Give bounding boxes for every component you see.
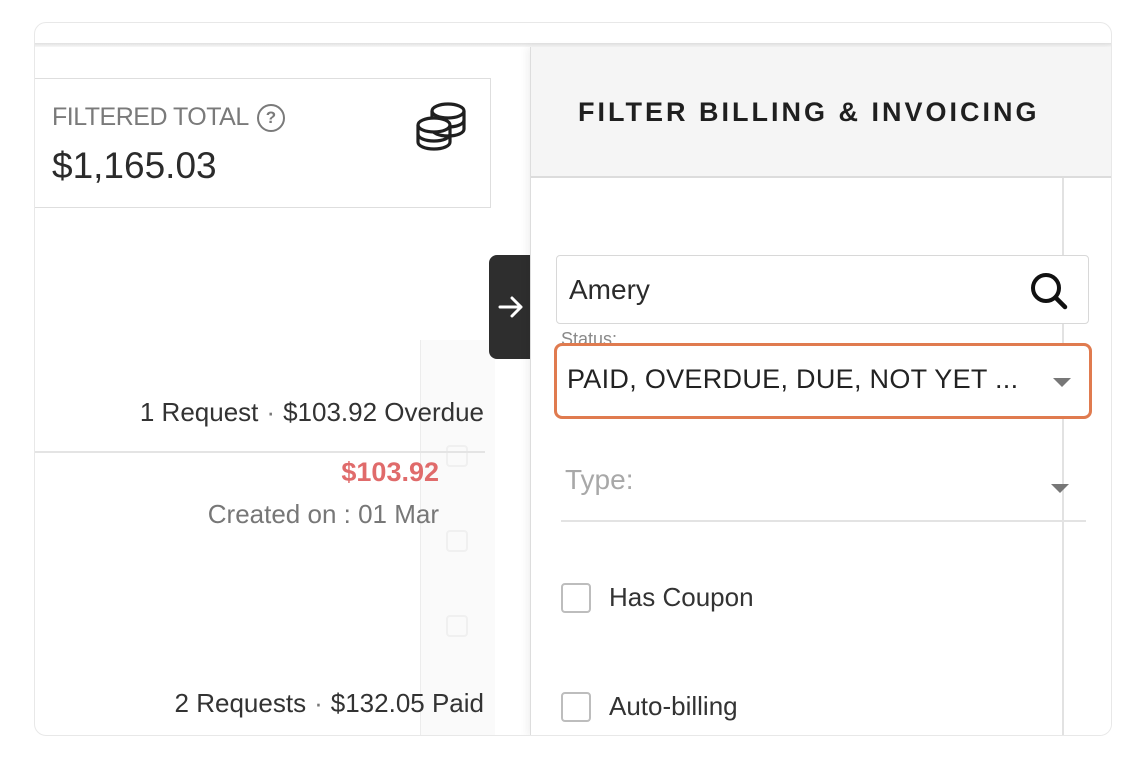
- invoice-amount: $103.92: [341, 457, 439, 487]
- group-summary-row[interactable]: 2 Requests · $132.05 Paid: [175, 688, 484, 719]
- separator-dot: ·: [266, 397, 276, 427]
- billing-list-panel: FILTERED TOTAL ? $1,165.03 1 Request · $…: [35, 47, 533, 735]
- ghost-checkbox: [446, 615, 468, 637]
- has-coupon-option[interactable]: Has Coupon: [561, 582, 754, 613]
- ghost-checkbox: [446, 530, 468, 552]
- status-selected-value: PAID, OVERDUE, DUE, NOT YET ...: [567, 364, 1019, 394]
- app-frame: FILTERED TOTAL ? $1,165.03 1 Request · $…: [34, 22, 1112, 736]
- help-icon[interactable]: ?: [256, 103, 285, 132]
- ghost-checkbox: [446, 445, 468, 467]
- filter-panel-title: FILTER BILLING & INVOICING: [578, 97, 1040, 127]
- auto-billing-option[interactable]: Auto-billing: [561, 691, 738, 722]
- chevron-down-icon: [1053, 378, 1071, 387]
- group-status: $103.92 Overdue: [283, 397, 484, 427]
- status-label: Status:: [561, 329, 618, 345]
- group-status: $132.05 Paid: [330, 688, 484, 718]
- chevron-down-icon: [1051, 484, 1069, 493]
- filtered-total-label-row: FILTERED TOTAL ?: [52, 103, 285, 132]
- filtered-total-card: FILTERED TOTAL ? $1,165.03: [35, 78, 491, 208]
- filter-panel-header: FILTER BILLING & INVOICING: [531, 47, 1111, 178]
- separator-dot: ·: [314, 688, 323, 718]
- filtered-total-value: $1,165.03: [52, 145, 217, 186]
- invoice-created-date: Created on : 01 Mar: [207, 499, 439, 529]
- type-placeholder: Type:: [565, 464, 634, 495]
- auto-billing-checkbox[interactable]: [561, 691, 591, 722]
- request-count: 2 Requests: [174, 688, 307, 718]
- coins-icon: [416, 102, 466, 151]
- group-summary-row[interactable]: 1 Request · $103.92 Overdue: [140, 397, 484, 428]
- arrow-right-icon: [498, 296, 523, 318]
- filtered-total-label: FILTERED TOTAL: [52, 103, 249, 131]
- request-count: 1 Request: [139, 397, 259, 427]
- auto-billing-label: Auto-billing: [609, 691, 738, 721]
- search-icon[interactable]: [1027, 269, 1071, 313]
- type-select[interactable]: Type:: [561, 462, 1086, 522]
- collapse-filter-button[interactable]: [489, 255, 533, 359]
- search-field[interactable]: [556, 255, 1089, 324]
- status-select[interactable]: PAID, OVERDUE, DUE, NOT YET ...: [554, 343, 1092, 419]
- filter-panel: FILTER BILLING & INVOICING Status: PAID,…: [530, 47, 1111, 735]
- row-divider: [35, 451, 485, 453]
- has-coupon-checkbox[interactable]: [561, 582, 591, 613]
- has-coupon-label: Has Coupon: [609, 582, 754, 612]
- search-input[interactable]: [569, 268, 1009, 312]
